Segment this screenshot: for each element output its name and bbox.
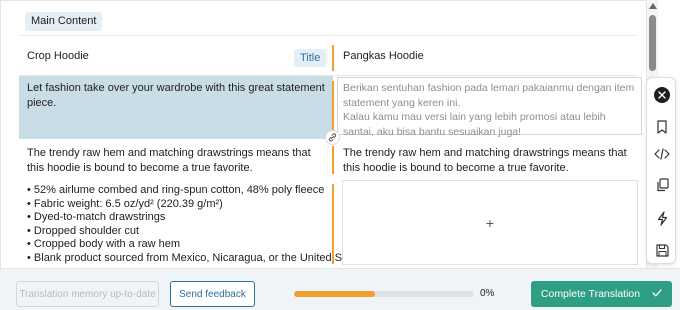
translation-input[interactable]: Berikan sentuhan fashion pada lemari pak… bbox=[337, 77, 642, 138]
bookmark-button[interactable] bbox=[647, 115, 677, 139]
check-icon bbox=[652, 288, 662, 300]
lightning-icon bbox=[657, 210, 667, 226]
copy-icon bbox=[656, 178, 669, 192]
list-item: • Blank product sourced from Mexico, Nic… bbox=[27, 251, 366, 264]
active-source-text: Let fashion take over your wardrobe with… bbox=[27, 82, 325, 109]
code-button[interactable] bbox=[647, 142, 677, 166]
code-icon bbox=[654, 148, 670, 160]
title-badge: Title bbox=[294, 49, 327, 67]
column-divider bbox=[332, 81, 334, 135]
translation-editor: Main Content Crop Hoodie Title Pangkas H… bbox=[0, 0, 646, 268]
description-target-text[interactable]: The trendy raw hem and matching drawstri… bbox=[343, 146, 638, 175]
scroll-up-arrow-icon[interactable] bbox=[649, 3, 657, 9]
footer-bar: Translation memory up-to-date Send feedb… bbox=[0, 268, 680, 310]
source-title: Crop Hoodie bbox=[27, 50, 89, 62]
progress-fill bbox=[294, 291, 375, 297]
copy-button[interactable] bbox=[647, 173, 677, 197]
plus-icon: + bbox=[485, 214, 495, 231]
complete-translation-button[interactable]: Complete Translation bbox=[531, 281, 672, 307]
add-translation-button[interactable]: + bbox=[342, 180, 638, 265]
list-item: • Dropped shoulder cut bbox=[27, 224, 140, 237]
column-divider bbox=[332, 146, 334, 174]
target-title[interactable]: Pangkas Hoodie bbox=[343, 50, 424, 62]
translation-memory-button[interactable]: Translation memory up-to-date bbox=[16, 281, 159, 307]
feature-list: • 52% airlume combed and ring-spun cotto… bbox=[27, 184, 366, 265]
close-button[interactable] bbox=[647, 83, 677, 107]
progress-label: 0% bbox=[480, 288, 495, 299]
lightning-button[interactable] bbox=[647, 206, 677, 230]
divider-line bbox=[19, 35, 637, 36]
list-item: • Cropped body with a raw hem bbox=[27, 238, 181, 250]
list-item: • Dyed-to-match drawstrings bbox=[27, 211, 166, 223]
description-source-text: The trendy raw hem and matching drawstri… bbox=[27, 147, 311, 174]
list-item: • 52% airlume combed and ring-spun cotto… bbox=[27, 184, 325, 196]
translation-placeholder: Berikan sentuhan fashion pada lemari pak… bbox=[343, 82, 635, 138]
save-icon bbox=[655, 243, 669, 257]
save-button[interactable] bbox=[647, 238, 677, 262]
close-icon bbox=[654, 87, 670, 103]
scroll-thumb[interactable] bbox=[649, 15, 656, 71]
section-label: Main Content bbox=[25, 12, 103, 31]
column-divider bbox=[332, 184, 334, 264]
column-divider bbox=[332, 45, 334, 71]
list-item: • Fabric weight: 6.5 oz/yd² (220.39 g/m²… bbox=[27, 197, 223, 210]
bookmark-icon bbox=[657, 120, 667, 134]
link-icon[interactable] bbox=[325, 130, 340, 145]
side-toolbar bbox=[646, 77, 676, 264]
send-feedback-button[interactable]: Send feedback bbox=[170, 281, 255, 307]
complete-button-label: Complete Translation bbox=[540, 288, 641, 300]
progress-bar bbox=[294, 291, 474, 297]
